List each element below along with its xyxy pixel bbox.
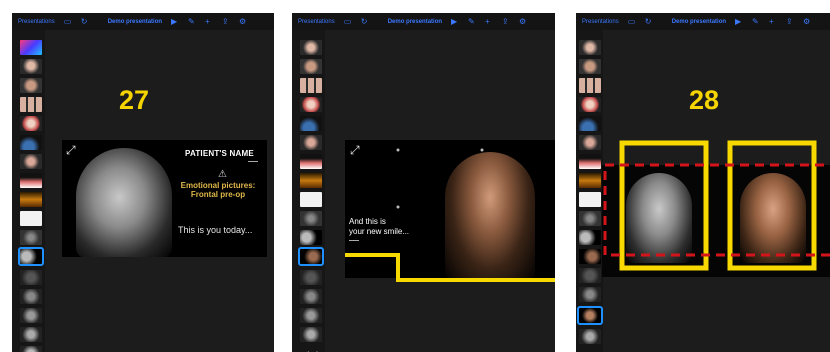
slide-thumbnail[interactable] [20, 192, 42, 207]
slide-thumbnail[interactable] [20, 270, 42, 285]
annotation-overlay [603, 140, 830, 271]
selection-handle [396, 148, 400, 152]
selection-handle [480, 148, 484, 152]
app-screenshot-panel-3: Presentations ▭ ↻ Demo presentation ▶ ✎ … [576, 13, 830, 352]
expand-icon[interactable]: ⤢ [66, 143, 76, 158]
presentation-title: Demo presentation [107, 18, 163, 25]
slide-thumbnail-sidebar [12, 30, 45, 352]
slide-thumbnail[interactable] [20, 173, 42, 188]
app-screenshot-panel-1: Presentations ▭ ↻ Demo presentation ▶ ✎ … [12, 13, 274, 352]
settings-icon[interactable]: ⚙ [239, 18, 247, 26]
add-icon[interactable]: + [205, 18, 213, 26]
slide-thumbnail-selected[interactable] [18, 247, 44, 266]
share-icon[interactable]: ⇪ [222, 18, 230, 26]
title-divider [248, 161, 258, 162]
slide-thumbnail[interactable] [20, 97, 42, 112]
slide-thumbnail[interactable] [20, 78, 42, 93]
slide-thumbnail[interactable] [20, 59, 42, 74]
slide-thumbnail[interactable] [20, 308, 42, 323]
play-icon[interactable]: ▶ [171, 18, 179, 26]
edit-icon[interactable]: ✎ [188, 18, 196, 26]
annotation-overlay [345, 148, 555, 282]
slide-thumbnail[interactable] [20, 40, 42, 55]
yellow-box-annotation-right [727, 140, 817, 271]
selection-handle [396, 205, 400, 209]
patient-photo [76, 148, 172, 257]
app-toolbar: Presentations ▭ ↻ Demo presentation ▶ ✎ … [12, 13, 274, 30]
slide-thumbnail[interactable] [20, 211, 42, 226]
slide-thumbnail[interactable] [20, 327, 42, 342]
slide-thumbnail[interactable] [20, 154, 42, 169]
slide-caption: This is you today... [178, 225, 253, 235]
app-screenshot-panel-2: Presentations ▭ ↻ Demo presentation ▶ ✎ … [292, 13, 555, 352]
slide-preview: ⤢ PATIENT'S NAME ⚠ Emotional pictures: F… [62, 140, 267, 257]
red-dashed-box-annotation [603, 163, 830, 257]
slide-thumbnail[interactable] [20, 135, 42, 150]
emotional-pictures-label: Emotional pictures: Frontal pre-op [180, 181, 256, 199]
presentations-link[interactable]: Presentations [18, 19, 55, 25]
slide-thumbnail[interactable] [20, 346, 42, 352]
slide-thumbnail[interactable] [20, 289, 42, 304]
refresh-icon[interactable]: ↻ [81, 18, 89, 26]
slide-thumbnail[interactable] [20, 230, 42, 245]
yellow-bracket-annotation [345, 253, 555, 282]
yellow-box-annotation-left [619, 140, 709, 271]
slides-view-icon[interactable]: ▭ [64, 18, 72, 26]
patient-name-title: PATIENT'S NAME [185, 149, 254, 158]
slide-number-annotation: 27 [119, 85, 150, 115]
slide-thumbnail[interactable] [20, 116, 42, 131]
warning-icon: ⚠ [218, 169, 227, 180]
